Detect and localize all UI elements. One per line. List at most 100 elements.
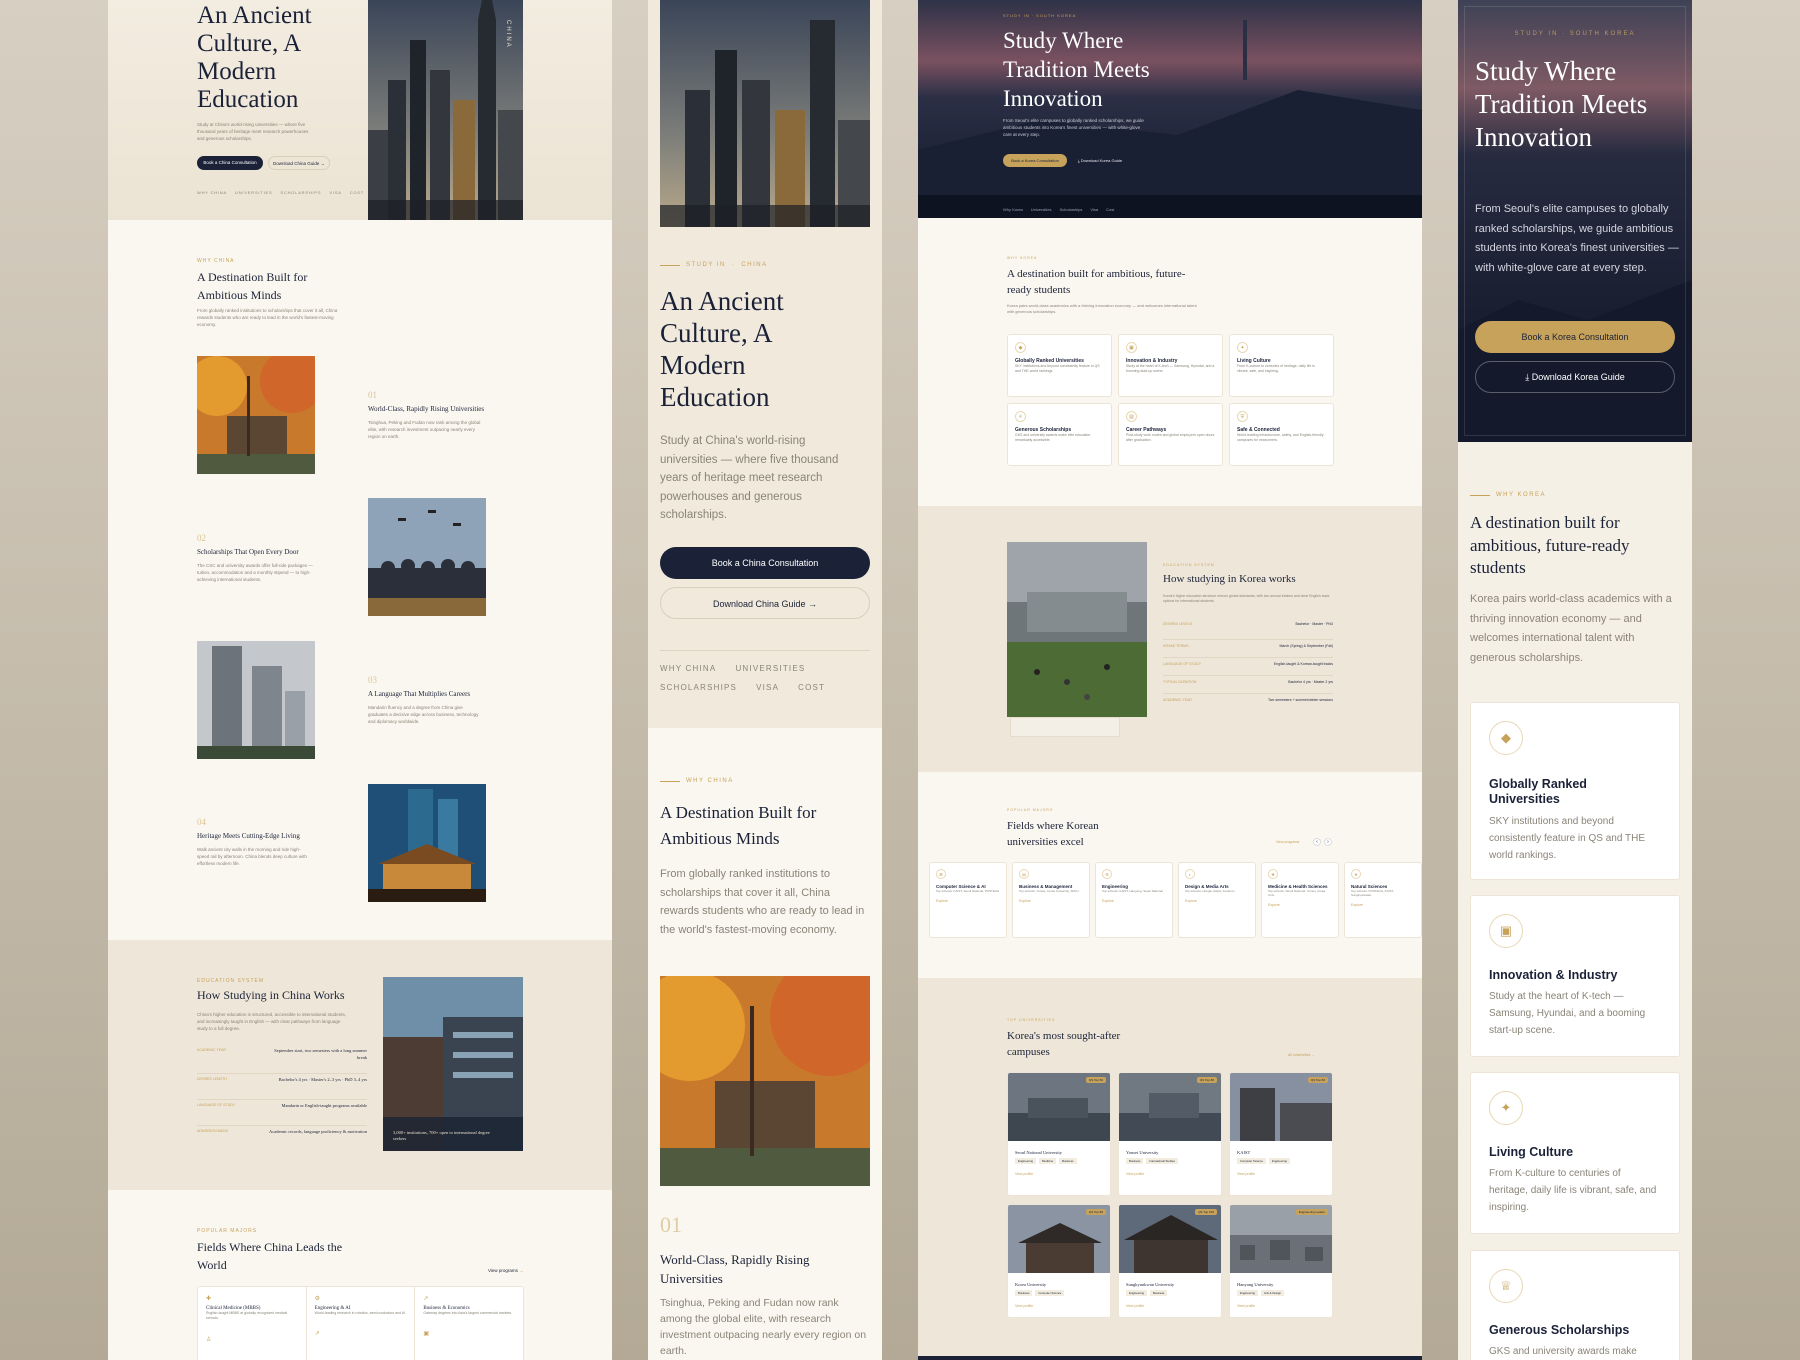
how-row-label: TYPICAL DURATION [1163, 680, 1197, 684]
nav-universities[interactable]: Universities [1031, 207, 1052, 212]
korea-feature-card: ♕ Generous Scholarships GKS and university… [1470, 1250, 1680, 1360]
book-china-consultation-button[interactable]: Book a China Consultation [660, 547, 870, 579]
nav-cost[interactable]: COST [350, 190, 364, 195]
feature-desc: Mandarin fluency and a degree from China… [368, 705, 479, 724]
explore-link[interactable]: Explore [1351, 903, 1415, 907]
book-korea-consultation-button[interactable]: Book a Korea Consultation [1475, 321, 1675, 353]
why-korea-eyebrow: WHY KOREA [1496, 492, 1547, 498]
nav-universities[interactable]: UNIVERSITIES [235, 190, 272, 195]
nav-scholarships[interactable]: SCHOLARSHIPS [280, 190, 321, 195]
eyebrow-rule [1470, 494, 1490, 496]
china-hero-title: An Ancient Culture, A Modern Education [660, 286, 784, 412]
download-china-guide-button[interactable]: Download China Guide → [660, 587, 870, 619]
why-china-desc: From globally ranked institutions to sch… [197, 308, 338, 327]
view-programs-link[interactable]: View programs → [488, 1268, 524, 1273]
view-profile-link[interactable]: View profile [1126, 1172, 1214, 1176]
view-profile-link[interactable]: View profile [1237, 1172, 1325, 1176]
university-tags: Business Computer Science [1015, 1290, 1103, 1296]
download-korea-guide-button[interactable]: ⤓ Download Korea Guide [1071, 154, 1129, 167]
eyebrow-country: SOUTH KOREA [1569, 31, 1636, 37]
view-profile-link[interactable]: View profile [1237, 1304, 1325, 1308]
university-name: Seoul National University [1015, 1150, 1062, 1155]
korea-feature-card: ✦ Living Culture From K-culture to centuri… [1470, 1072, 1680, 1234]
book-china-consultation-button[interactable]: Book a China Consultation [197, 156, 263, 170]
field-card[interactable]: ▤ Business & Management Top schools: Yonse… [1012, 862, 1090, 938]
explore-link[interactable]: Explore [1185, 899, 1249, 903]
field-card[interactable]: ❦ Natural Sciences Top schools: POSTECH, K… [1344, 862, 1422, 938]
field-card[interactable]: ✚ Clinical Medicine (MBBS) English-taught … [198, 1287, 307, 1360]
nav-visa[interactable]: Visa [1090, 207, 1098, 212]
field-card[interactable]: ✚ Medicine & Health Sciences Top schools: … [1261, 862, 1339, 938]
nav-cost[interactable]: COST [798, 683, 825, 692]
korea-feature-card: ◆ Globally Ranked Universities SKY institu… [1007, 334, 1112, 397]
feature-desc: Post-study work routes and global employ… [1126, 433, 1215, 443]
how-eyebrow: EDUCATION SYSTEM [1163, 563, 1215, 567]
view-profile-link[interactable]: View profile [1015, 1304, 1103, 1308]
why-korea-title: A destination built for ambitious, futur… [1470, 513, 1630, 577]
nav-why-china[interactable]: WHY CHINA [660, 664, 716, 673]
explore-link[interactable]: Explore [1268, 903, 1332, 907]
how-row-value: September start, two semesters with a lo… [274, 1048, 367, 1060]
sparkle-icon: ✦ [1237, 342, 1248, 353]
explore-link[interactable]: Explore [1102, 899, 1166, 903]
university-card[interactable]: QS Top 80 Yonsei University Business Inter… [1118, 1072, 1222, 1196]
nav-visa[interactable]: VISA [756, 683, 779, 692]
nav-cost[interactable]: Cost [1106, 207, 1114, 212]
university-card[interactable]: QS Top 80 Korea University Business Comput… [1007, 1204, 1111, 1318]
university-name: Sungkyunkwan University [1126, 1282, 1175, 1287]
feature-desc: Study at the heart of K-tech — Samsung, … [1126, 364, 1215, 374]
nav-universities[interactable]: UNIVERSITIES [735, 664, 805, 673]
download-korea-guide-button[interactable]: ⤓ Download Korea Guide [1475, 361, 1675, 393]
nav-scholarships[interactable]: SCHOLARSHIPS [660, 683, 737, 692]
all-universities-link[interactable]: All universities → [1288, 1053, 1315, 1057]
china-hero-section [108, 0, 612, 220]
university-card[interactable]: QS Top 150 Sungkyunkwan University Engine… [1118, 1204, 1222, 1318]
feature-title: World-Class, Rapidly Rising Universities [660, 1252, 810, 1286]
nav-why-china[interactable]: WHY CHINA [197, 190, 227, 195]
nav-visa[interactable]: VISA [329, 190, 341, 195]
feature-desc: Walk ancient city walls in the morning a… [197, 847, 307, 866]
view-profile-link[interactable]: View profile [1126, 1304, 1214, 1308]
explore-link[interactable]: Explore [1019, 899, 1083, 903]
field-card[interactable]: ↗ Business & Economics Gateway degrees int… [415, 1287, 523, 1360]
field-card[interactable]: ⌘ Computer Science & AI Top schools: KAIST… [929, 862, 1007, 938]
building-icon: ▣ [423, 1331, 430, 1338]
why-china-eyebrow-row: WHY CHINA [660, 778, 734, 784]
field-card[interactable]: ⚙ Engineering & AI World-leading research … [307, 1287, 416, 1360]
explore-link[interactable]: Explore [936, 899, 1000, 903]
feature-number: 02 [197, 533, 206, 543]
view-programs-link[interactable]: View programs [1276, 840, 1299, 844]
university-tags: Engineering Medicine Business [1015, 1158, 1103, 1164]
how-desc: China's higher education is structured, … [197, 1012, 346, 1031]
campus-lawn-image [1007, 542, 1147, 717]
university-tags: Business International Studies [1126, 1158, 1214, 1164]
modern-campus-image [383, 977, 523, 1151]
feature-desc: Tsinghua, Peking and Fudan now rank amon… [368, 420, 481, 439]
book-korea-consultation-button[interactable]: Book a Korea Consultation [1003, 154, 1067, 167]
twin-towers-image [197, 641, 315, 759]
korea-hero-eyebrow: STUDY IN · SOUTH KOREA [1003, 13, 1077, 18]
ranking-badge: Engineering Leader [1295, 1209, 1328, 1215]
university-card[interactable]: QS Top 50 Seoul National University Engin… [1007, 1072, 1111, 1196]
field-desc: Gateway degrees into Asia's largest comm… [423, 1311, 513, 1315]
arrow-right-icon: → [808, 599, 818, 609]
field-card[interactable]: ◐ Design & Media Arts Top schools: Hongik,… [1178, 862, 1256, 938]
university-card[interactable]: Engineering Leader Hanyang University Eng… [1229, 1204, 1333, 1318]
nav-why-korea[interactable]: Why Korea [1003, 207, 1023, 212]
korea-hero-desc: From Seoul's elite campuses to globally … [1475, 203, 1679, 274]
carousel-next-button[interactable]: › [1324, 838, 1332, 846]
carousel-prev-button[interactable]: ‹ [1313, 838, 1321, 846]
how-row-label: LANGUAGE OF STUDY [1163, 662, 1202, 666]
university-card[interactable]: QS Top 60 KAIST Computer Science Engineeri… [1229, 1072, 1333, 1196]
feature-desc: GKS and university awards make elite edu… [1015, 433, 1091, 443]
field-desc: English-taught MBBS at globally recogniz… [206, 1311, 288, 1321]
nav-scholarships[interactable]: Scholarships [1059, 207, 1082, 212]
feature-number: 01 [660, 1212, 682, 1237]
ranking-badge: QS Top 60 [1307, 1077, 1328, 1083]
view-profile-link[interactable]: View profile [1015, 1172, 1103, 1176]
download-china-guide-button[interactable]: Download China Guide → [268, 156, 330, 170]
how-row-label: INTAKE TERMS [1163, 644, 1189, 648]
feature-desc: SKY institutions and beyond consistently… [1015, 364, 1100, 374]
feature-title: A Language That Multiplies Careers [368, 690, 471, 698]
field-card[interactable]: ⚙ Engineering Top schools: KAIST, Hanyang,… [1095, 862, 1173, 938]
